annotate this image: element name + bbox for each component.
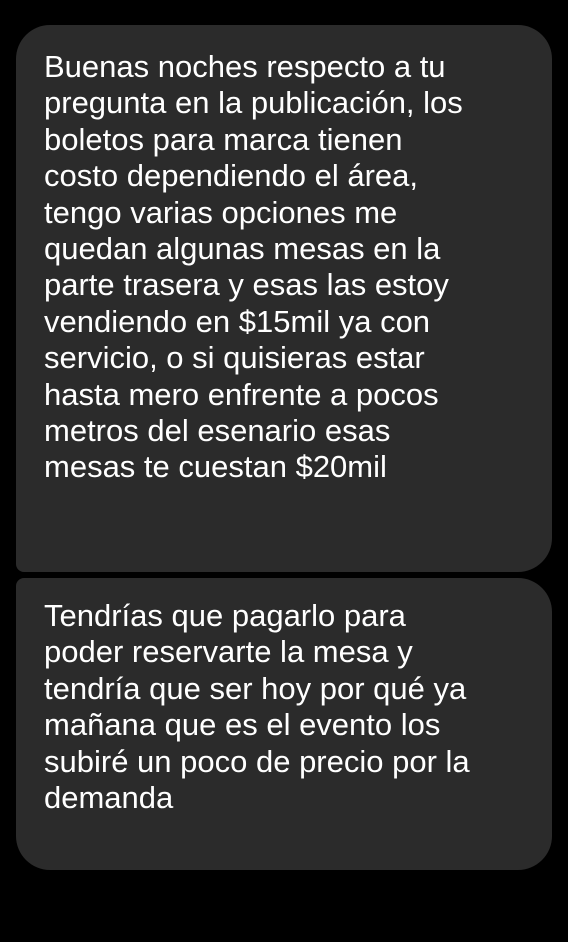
message-line: pregunta en la publicación, los bbox=[44, 85, 463, 121]
message-line: subiré un poco de precio por la bbox=[44, 743, 470, 779]
message-line: hasta mero enfrente a pocos bbox=[44, 376, 439, 412]
message-line: vendiendo en $15mil ya con bbox=[44, 303, 431, 339]
message-line: mañana que es el evento los bbox=[44, 707, 441, 743]
message-bubble[interactable]: Buenas noches respecto a tu pregunta en … bbox=[16, 25, 552, 572]
message-line: boletos para marca tienen bbox=[44, 121, 403, 157]
message-line: tendría que ser hoy por qué ya bbox=[44, 670, 467, 706]
message-line: servicio, o si quisieras estar bbox=[44, 340, 425, 376]
message-line: poder reservarte la mesa y bbox=[44, 634, 413, 670]
message-line: costo dependiendo el área, bbox=[44, 158, 419, 194]
message-line: Buenas noches respecto a tu bbox=[44, 49, 446, 84]
message-line: Tendrías que pagarlo para bbox=[44, 598, 406, 633]
message-line: metros del esenario esas bbox=[44, 413, 391, 449]
message-line: quedan algunas mesas en la bbox=[44, 231, 441, 267]
message-line: parte trasera y esas las estoy bbox=[44, 267, 449, 303]
message-line: mesas te cuestan $20mil bbox=[44, 449, 387, 485]
message-line: demanda bbox=[44, 780, 174, 816]
chat-thread: Buenas noches respecto a tu pregunta en … bbox=[0, 0, 568, 942]
message-line: tengo varias opciones me bbox=[44, 194, 398, 230]
message-bubble[interactable]: Tendrías que pagarlo para poder reservar… bbox=[16, 578, 552, 870]
